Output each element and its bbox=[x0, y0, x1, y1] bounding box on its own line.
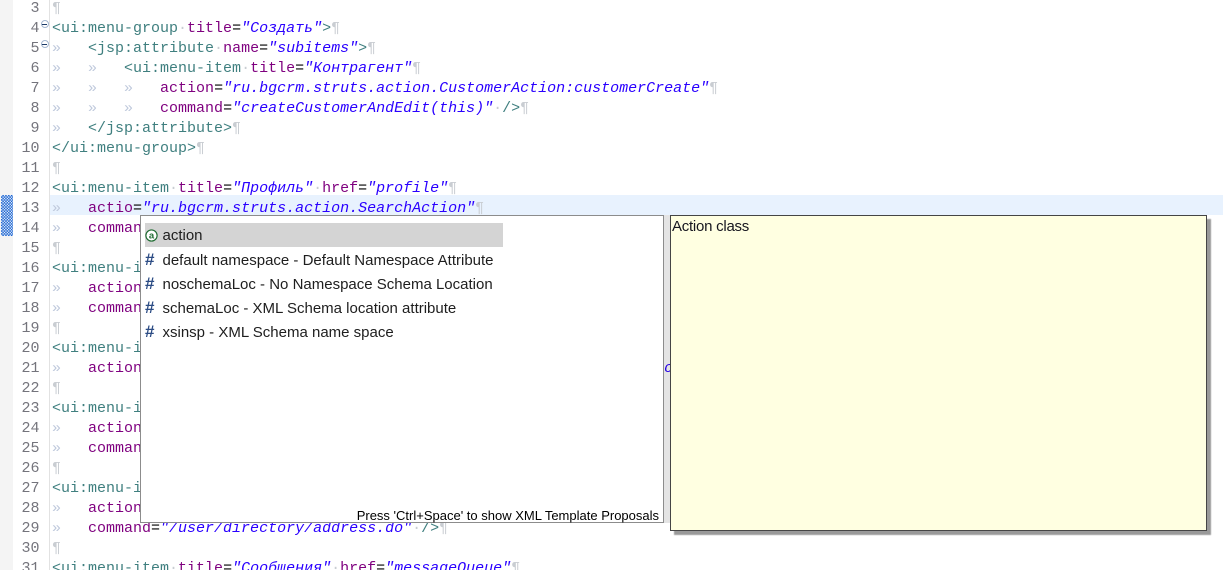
svg-text:a: a bbox=[149, 231, 155, 242]
